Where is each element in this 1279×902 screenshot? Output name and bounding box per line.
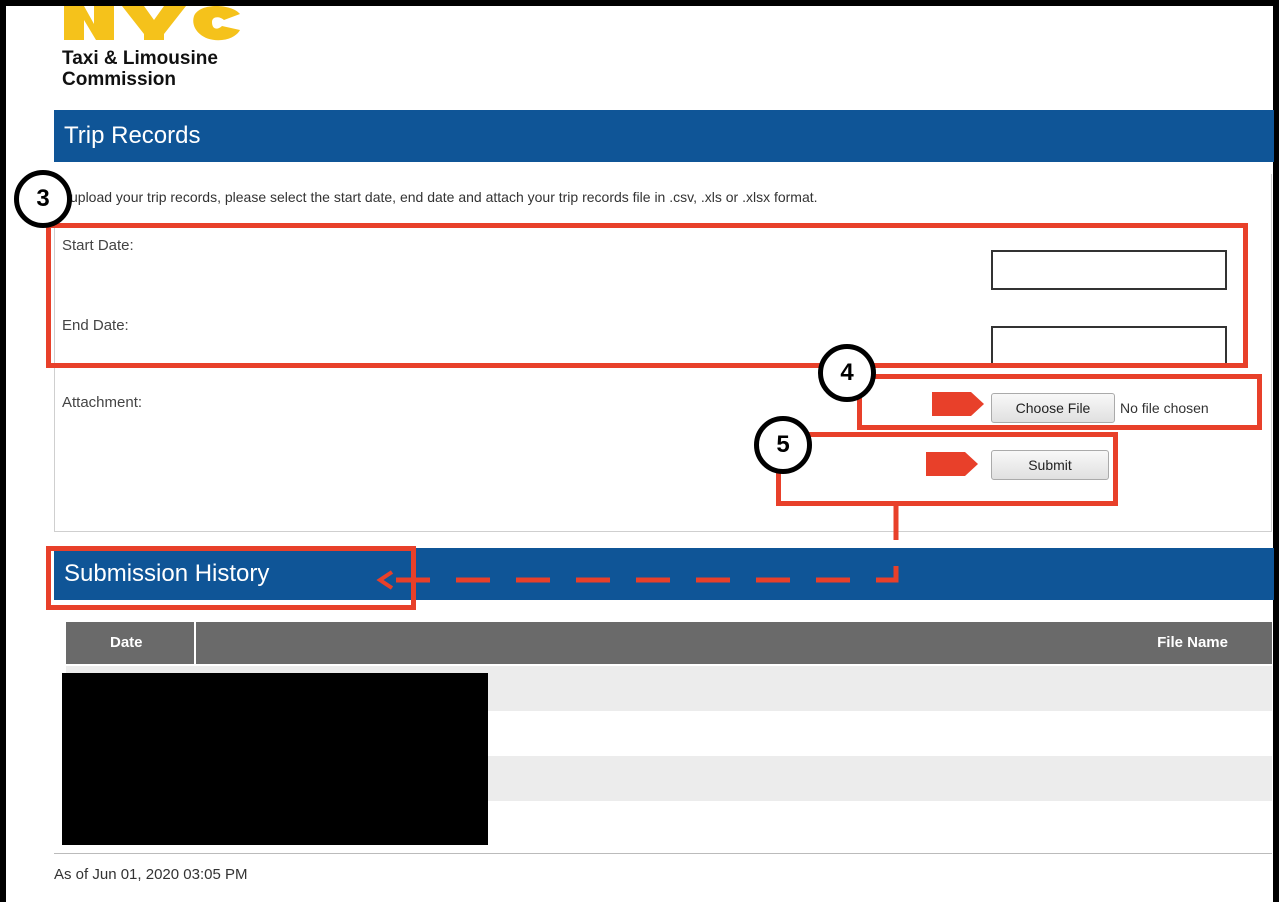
dashed-connector-arrow-icon [376, 506, 899, 590]
history-table-header: Date File Name [66, 622, 1272, 664]
logo-line-1: Taxi & Limousine [62, 48, 218, 69]
date-column-header[interactable]: Date [110, 634, 143, 651]
redacted-region [62, 673, 488, 845]
step-3-highlight-box [46, 223, 1248, 368]
step-4-badge: 4 [818, 344, 876, 402]
logo-line-2: Commission [62, 69, 177, 90]
step-5-badge: 5 [754, 416, 812, 474]
footer: As of Jun 01, 2020 03:05 PM [54, 853, 1272, 902]
submission-history-highlight-box [46, 546, 416, 610]
nyc-logo-icon [64, 6, 240, 41]
upload-instructions: upload your trip records, please select … [70, 189, 818, 205]
logo-wordmark: Taxi & Limousine Commission [62, 48, 218, 90]
column-divider [194, 622, 196, 664]
trip-records-title: Trip Records [64, 122, 201, 149]
step-4-highlight-box [857, 374, 1262, 430]
attachment-label: Attachment: [62, 394, 143, 411]
last-updated-timestamp: As of Jun 01, 2020 03:05 PM [54, 866, 248, 883]
file-name-column-header[interactable]: File Name [1157, 634, 1228, 651]
step-3-badge: 3 [14, 170, 72, 228]
trip-records-header: Trip Records [54, 110, 1274, 162]
